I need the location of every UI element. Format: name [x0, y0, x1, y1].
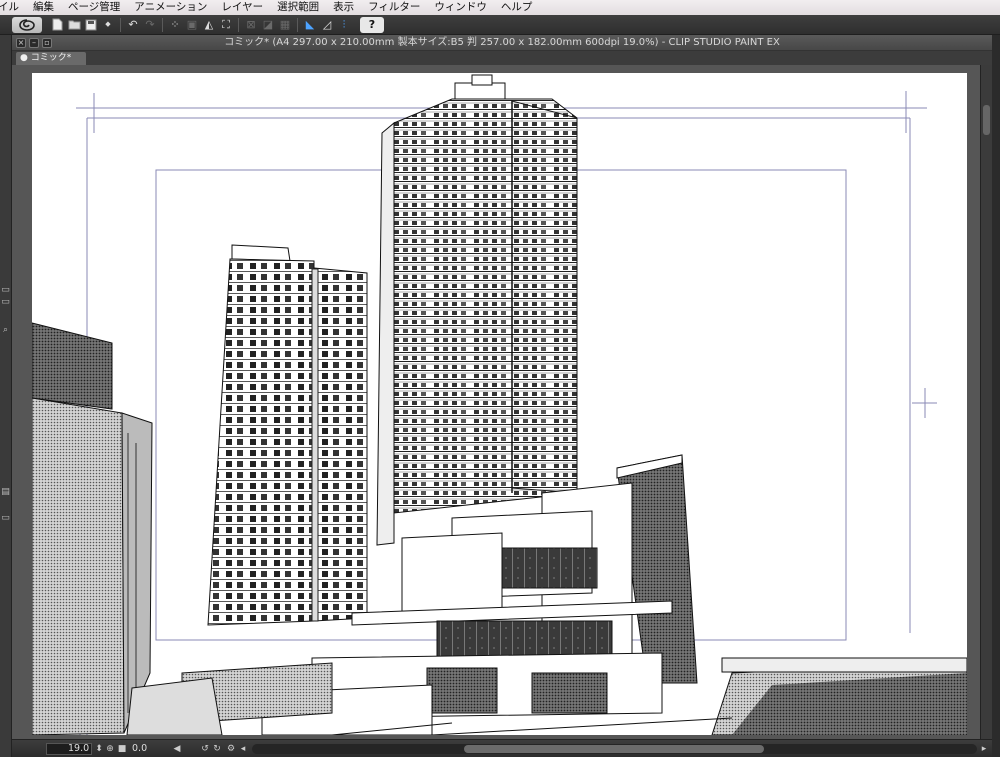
snap-to-grid-icon[interactable]: ⫶: [337, 18, 351, 32]
layer-icon[interactable]: ▤: [1, 487, 10, 497]
menu-file[interactable]: イル: [0, 0, 26, 15]
left-palette-strip: ▭ ▭ ⌕ ▤ ▭: [0, 35, 12, 757]
tool-icon[interactable]: ▭: [1, 285, 10, 295]
zoom-value: 19.0: [68, 743, 90, 754]
selection-layer-icon[interactable]: ▦: [278, 18, 292, 32]
document-titlebar: × – ▫ コミック* (A4 297.00 x 210.00mm 製本サイズ:…: [12, 35, 992, 51]
vertical-scroll-thumb[interactable]: [983, 105, 990, 135]
tab-label: コミック*: [30, 53, 72, 63]
command-bar: ◆ ↶ ↷ ⁘ ▣ ◭ ⛶ ⊠ ◪ ▦ ◣ ◿ ⫶ ?: [0, 15, 1000, 35]
rotation-value: 0.0: [132, 743, 148, 754]
mid-tower: [207, 244, 368, 626]
transform-icon[interactable]: ⛶: [219, 18, 233, 32]
palette-icon[interactable]: ▭: [1, 513, 10, 523]
deselect-icon[interactable]: ⊠: [244, 18, 258, 32]
undo-icon[interactable]: ↶: [126, 18, 140, 32]
menu-animation[interactable]: アニメーション: [127, 0, 214, 15]
tab-bar: ● コミック*: [12, 51, 992, 65]
canvas-paper[interactable]: [32, 73, 967, 735]
building-artwork: [32, 74, 967, 735]
right-palette-strip: [992, 35, 1000, 757]
reset-rotation-icon[interactable]: ⚙: [226, 743, 236, 755]
menu-selection[interactable]: 選択範囲: [270, 0, 326, 15]
clear-icon[interactable]: ⁘: [168, 18, 182, 32]
magnifier-icon[interactable]: ⌕: [1, 325, 10, 335]
document-window: × – ▫ コミック* (A4 297.00 x 210.00mm 製本サイズ:…: [12, 35, 992, 757]
clear-outside-icon[interactable]: ▣: [185, 18, 199, 32]
status-bar: 19.0 ⬍ ⊕ ■ 0.0 ◀ ↺ ↻ ⚙ ◂ ▸: [12, 739, 992, 757]
canvas-area[interactable]: [12, 65, 992, 739]
zoom-in-icon[interactable]: ⊕: [105, 743, 115, 755]
menu-view[interactable]: 表示: [326, 0, 361, 15]
tool-icon[interactable]: ▭: [1, 297, 10, 307]
rotate-right-icon[interactable]: ↻: [212, 743, 222, 755]
left-building: [32, 322, 153, 735]
save-dropdown-icon[interactable]: ◆: [101, 18, 115, 32]
scroll-left-icon[interactable]: ◀: [172, 743, 182, 755]
clip-studio-logo-icon[interactable]: [12, 16, 42, 33]
snap-to-ruler-icon[interactable]: ◣: [303, 18, 317, 32]
snap-to-special-ruler-icon[interactable]: ◿: [320, 18, 334, 32]
new-file-icon[interactable]: [50, 18, 64, 32]
vertical-scrollbar[interactable]: [980, 65, 992, 739]
document-title: コミック* (A4 297.00 x 210.00mm 製本サイズ:B5 判 2…: [224, 37, 780, 48]
redo-icon[interactable]: ↷: [143, 18, 157, 32]
menu-window[interactable]: ウィンドウ: [427, 0, 494, 15]
toolbar-separator: [120, 17, 121, 32]
tab-comic[interactable]: ● コミック*: [16, 52, 86, 65]
main-tower: [376, 74, 578, 546]
ground-right: [711, 657, 967, 735]
zoom-stepper-icon[interactable]: ⬍: [94, 743, 104, 755]
fill-icon[interactable]: ◭: [202, 18, 216, 32]
menu-bar: イル 編集 ページ管理 アニメーション レイヤー 選択範囲 表示 フィルター ウ…: [0, 0, 1000, 15]
toolbar-separator: [297, 17, 298, 32]
fit-icon[interactable]: ■: [117, 743, 127, 755]
invert-selection-icon[interactable]: ◪: [261, 18, 275, 32]
toolbar-separator: [238, 17, 239, 32]
rotate-left-icon[interactable]: ↺: [200, 743, 210, 755]
clip-studio-window: イル 編集 ページ管理 アニメーション レイヤー 選択範囲 表示 フィルター ウ…: [0, 0, 1000, 757]
toolbar-separator: [162, 17, 163, 32]
scroll-left-arrow-icon[interactable]: ◂: [238, 743, 248, 755]
menu-page-management[interactable]: ページ管理: [61, 0, 127, 15]
menu-help[interactable]: ヘルプ: [494, 0, 540, 15]
help-icon[interactable]: ?: [360, 16, 384, 33]
horizontal-scroll-thumb[interactable]: [464, 745, 764, 753]
menu-layer[interactable]: レイヤー: [214, 0, 270, 15]
menu-edit[interactable]: 編集: [26, 0, 61, 15]
open-folder-icon[interactable]: [67, 18, 81, 32]
save-icon[interactable]: [84, 18, 98, 32]
menu-filter[interactable]: フィルター: [361, 0, 427, 15]
horizontal-scrollbar[interactable]: [252, 744, 977, 754]
scroll-right-arrow-icon[interactable]: ▸: [979, 743, 989, 755]
